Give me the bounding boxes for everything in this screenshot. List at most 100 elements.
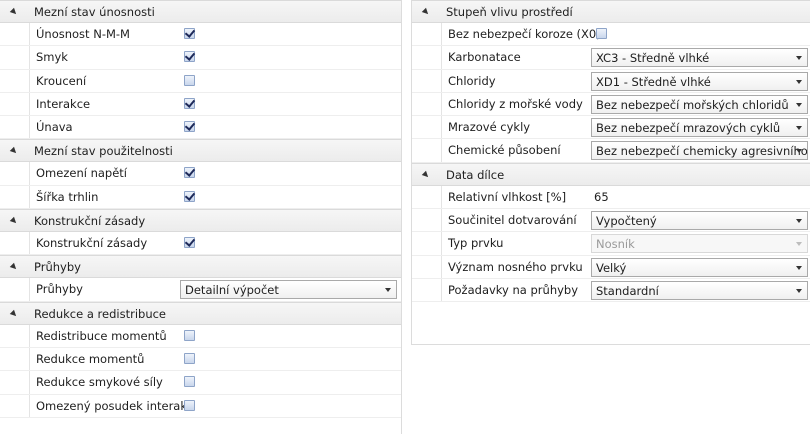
redukce-smykove-sily-checkbox[interactable] bbox=[184, 376, 195, 388]
property-label: Relativní vlhkost [%] bbox=[448, 189, 567, 204]
property-row-karbonatace: Karbonatace XC3 - Středně vlhké bbox=[412, 46, 810, 70]
property-label: Mrazové cykly bbox=[448, 120, 531, 135]
right-property-panel: Stupeň vlivu prostředí Bez nebezpečí koro… bbox=[411, 0, 810, 345]
chevron-down-icon[interactable] bbox=[385, 288, 391, 293]
property-label: Šířka trhlin bbox=[36, 189, 99, 204]
konstrukcni-zasady-checkbox[interactable] bbox=[184, 237, 195, 249]
section-header-data-dilce[interactable]: Data dílce bbox=[412, 162, 810, 186]
property-row-krouceni: Kroucení bbox=[0, 69, 401, 93]
collapse-triangle-icon[interactable] bbox=[9, 309, 19, 318]
redukce-momentu-checkbox[interactable] bbox=[184, 352, 195, 364]
dropdown-value: Vypočtený bbox=[596, 214, 657, 229]
smyk-checkbox[interactable] bbox=[184, 51, 195, 63]
property-label: Chloridy z mořské vody bbox=[448, 96, 583, 111]
property-row-redukce-smykove-sily: Redukce smykové síly bbox=[0, 371, 401, 395]
chloridy-z-morske-vody-dropdown[interactable]: Bez nebezpečí mořských chloridů bbox=[591, 94, 808, 114]
collapse-triangle-icon[interactable] bbox=[9, 263, 19, 272]
chevron-down-icon[interactable] bbox=[796, 288, 802, 293]
chevron-down-icon[interactable] bbox=[796, 56, 802, 61]
property-label: Redukce smykové síly bbox=[36, 375, 163, 390]
collapse-triangle-icon[interactable] bbox=[421, 170, 431, 180]
dropdown-value: Bez nebezpečí mrazových cyklů bbox=[596, 121, 781, 136]
row-gutter bbox=[0, 371, 30, 394]
relativni-vlhkost-input[interactable]: 65 bbox=[594, 186, 609, 208]
property-label: Kroucení bbox=[36, 73, 87, 88]
collapse-triangle-icon[interactable] bbox=[421, 7, 431, 17]
property-label: Chemické působení bbox=[448, 143, 561, 158]
section-title: Data dílce bbox=[446, 167, 505, 182]
section-header-konstrukcni-zasady[interactable]: Konstrukční zásady bbox=[0, 209, 401, 233]
property-label: Součinitel dotvarování bbox=[448, 213, 577, 228]
property-row-chloridy: Chloridy XD1 - Středně vlhké bbox=[412, 69, 810, 93]
karbonatace-dropdown[interactable]: XC3 - Středně vlhké bbox=[591, 48, 808, 68]
collapse-triangle-icon[interactable] bbox=[9, 147, 19, 156]
property-row-omezeni-napeti: Omezení napětí bbox=[0, 162, 401, 186]
unava-checkbox[interactable] bbox=[184, 121, 195, 133]
property-row-unosnost-n-m-m: Únosnost N-M-M bbox=[0, 23, 401, 47]
interakce-checkbox[interactable] bbox=[184, 97, 195, 109]
chevron-down-icon[interactable] bbox=[796, 219, 802, 224]
chevron-down-icon[interactable] bbox=[796, 149, 802, 154]
section-header-pruhyby[interactable]: Průhyby bbox=[0, 255, 401, 279]
row-gutter bbox=[0, 347, 30, 371]
chloridy-dropdown[interactable]: XD1 - Středně vlhké bbox=[591, 71, 808, 91]
chevron-down-icon[interactable] bbox=[796, 126, 802, 131]
pruhyby-dropdown[interactable]: Detailní výpočet bbox=[180, 280, 397, 300]
property-label: Redukce momentů bbox=[36, 351, 145, 366]
section-title: Konstrukční zásady bbox=[34, 214, 146, 229]
row-gutter bbox=[0, 394, 30, 417]
property-label: Karbonatace bbox=[448, 50, 521, 65]
typ-prvku-dropdown: Nosník bbox=[591, 234, 808, 254]
row-gutter bbox=[0, 46, 30, 69]
bez-nebezpeci-koroze-x0-checkbox[interactable] bbox=[596, 28, 607, 39]
dropdown-value: Bez nebezpečí mořských chloridů bbox=[596, 97, 789, 112]
property-row-smyk: Smyk bbox=[0, 46, 401, 70]
chevron-down-icon[interactable] bbox=[796, 79, 802, 84]
property-row-redistribuce-momentu: Redistribuce momentů bbox=[0, 324, 401, 348]
row-gutter bbox=[412, 185, 442, 209]
property-row-soucinitel-dotvarovani: Součinitel dotvarování Vypočtený bbox=[412, 209, 810, 233]
omezeny-posudek-interak-checkbox[interactable] bbox=[184, 399, 195, 411]
property-label: Chloridy bbox=[448, 73, 496, 88]
property-row-omezeny-posudek-interak: Omezený posudek interak bbox=[0, 394, 401, 418]
property-row-sirka-trhlin: Šířka trhlin bbox=[0, 185, 401, 210]
pozadavky-na-pruhyby-dropdown[interactable]: Standardní bbox=[591, 280, 808, 300]
property-label: Průhyby bbox=[36, 282, 83, 297]
sirka-trhlin-checkbox[interactable] bbox=[184, 190, 195, 202]
property-label: Konstrukční zásady bbox=[36, 236, 148, 251]
property-row-chloridy-z-morske-vody: Chloridy z mořské vody Bez nebezpečí mořs… bbox=[412, 92, 810, 117]
krouceni-checkbox[interactable] bbox=[184, 74, 195, 86]
chevron-down-icon[interactable] bbox=[796, 265, 802, 270]
chevron-down-icon bbox=[796, 242, 802, 247]
dropdown-value: Bez nebezpečí chemicky agresivního bbox=[596, 144, 808, 159]
section-header-mezni-stav-pouzitelnosti[interactable]: Mezní stav použitelnosti bbox=[0, 139, 401, 163]
row-gutter bbox=[0, 69, 30, 92]
property-row-pruhyby: Průhyby Detailní výpočet bbox=[0, 278, 401, 302]
property-label: Únava bbox=[36, 120, 73, 135]
row-gutter bbox=[0, 232, 30, 255]
mrazove-cykly-dropdown[interactable]: Bez nebezpečí mrazových cyklů bbox=[591, 118, 808, 138]
soucinitel-dotvarovani-dropdown[interactable]: Vypočtený bbox=[591, 211, 808, 231]
dropdown-value: Detailní výpočet bbox=[185, 283, 279, 298]
property-row-bez-nebezpeci-koroze-x0: Bez nebezpečí koroze (X0) bbox=[412, 23, 810, 47]
unosnost-n-m-m-checkbox[interactable] bbox=[184, 28, 195, 39]
chemicke-pusobeni-dropdown[interactable]: Bez nebezpečí chemicky agresivního bbox=[591, 141, 808, 161]
row-gutter bbox=[0, 324, 30, 347]
property-row-chemicke-pusobeni: Chemické působení Bez nebezpečí chemicky … bbox=[412, 139, 810, 163]
property-row-vyznam-nosneho-prvku: Význam nosného prvku Velký bbox=[412, 255, 810, 279]
section-header-mezni-stav-unosnosti[interactable]: Mezní stav únosnosti bbox=[0, 0, 401, 23]
redistribuce-momentu-checkbox[interactable] bbox=[184, 329, 195, 341]
row-gutter bbox=[412, 46, 442, 69]
collapse-triangle-icon[interactable] bbox=[9, 216, 19, 226]
chevron-down-icon[interactable] bbox=[796, 102, 802, 107]
vyznam-nosneho-prvku-dropdown[interactable]: Velký bbox=[591, 257, 808, 277]
property-label: Typ prvku bbox=[448, 236, 504, 251]
row-gutter bbox=[412, 69, 442, 92]
row-gutter bbox=[0, 92, 30, 116]
row-gutter bbox=[412, 23, 442, 46]
section-header-redukce-a-redistribuce[interactable]: Redukce a redistribuce bbox=[0, 301, 401, 325]
collapse-triangle-icon[interactable] bbox=[9, 7, 19, 17]
section-header-stupen-vlivu-prostredi[interactable]: Stupeň vlivu prostředí bbox=[412, 0, 810, 23]
property-row-interakce: Interakce bbox=[0, 92, 401, 117]
omezeni-napeti-checkbox[interactable] bbox=[184, 167, 195, 179]
